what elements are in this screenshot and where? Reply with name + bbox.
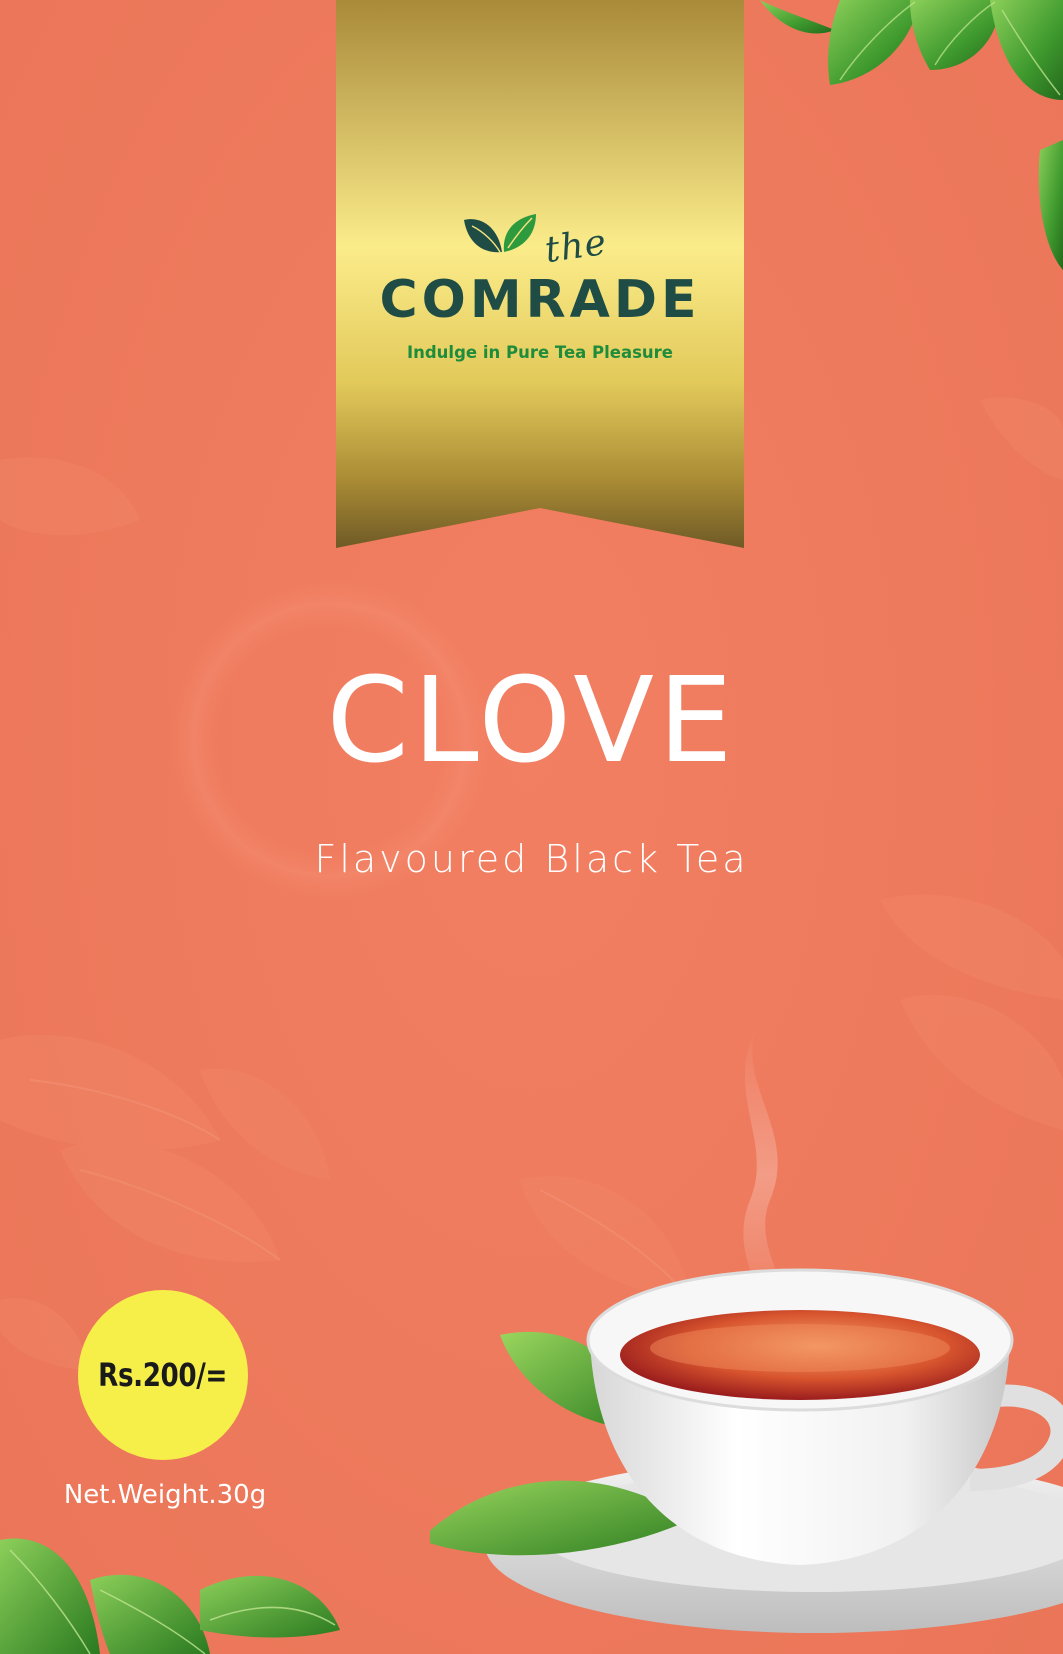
brand-tagline: Indulge in Pure Tea Pleasure: [406, 343, 673, 362]
brand-name: COMRADE: [379, 270, 701, 330]
tea-leaves-icon: [464, 214, 536, 253]
green-tea-leaves-icon: [760, 0, 1063, 270]
product-name: CLOVE: [326, 651, 737, 789]
brand-prefix: the: [542, 221, 610, 272]
price-badge: Rs.200/=: [78, 1290, 248, 1460]
green-tea-leaves-icon: [0, 1538, 340, 1654]
tea-package-front: the COMRADE Indulge in Pure Tea Pleasure…: [0, 0, 1063, 1654]
product-subtitle: Flavoured Black Tea: [314, 837, 749, 881]
price-label: Rs.200/=: [98, 1356, 228, 1394]
net-weight-label: Net.Weight.30g: [63, 1480, 267, 1510]
tea-cup-icon: [430, 1020, 1063, 1633]
